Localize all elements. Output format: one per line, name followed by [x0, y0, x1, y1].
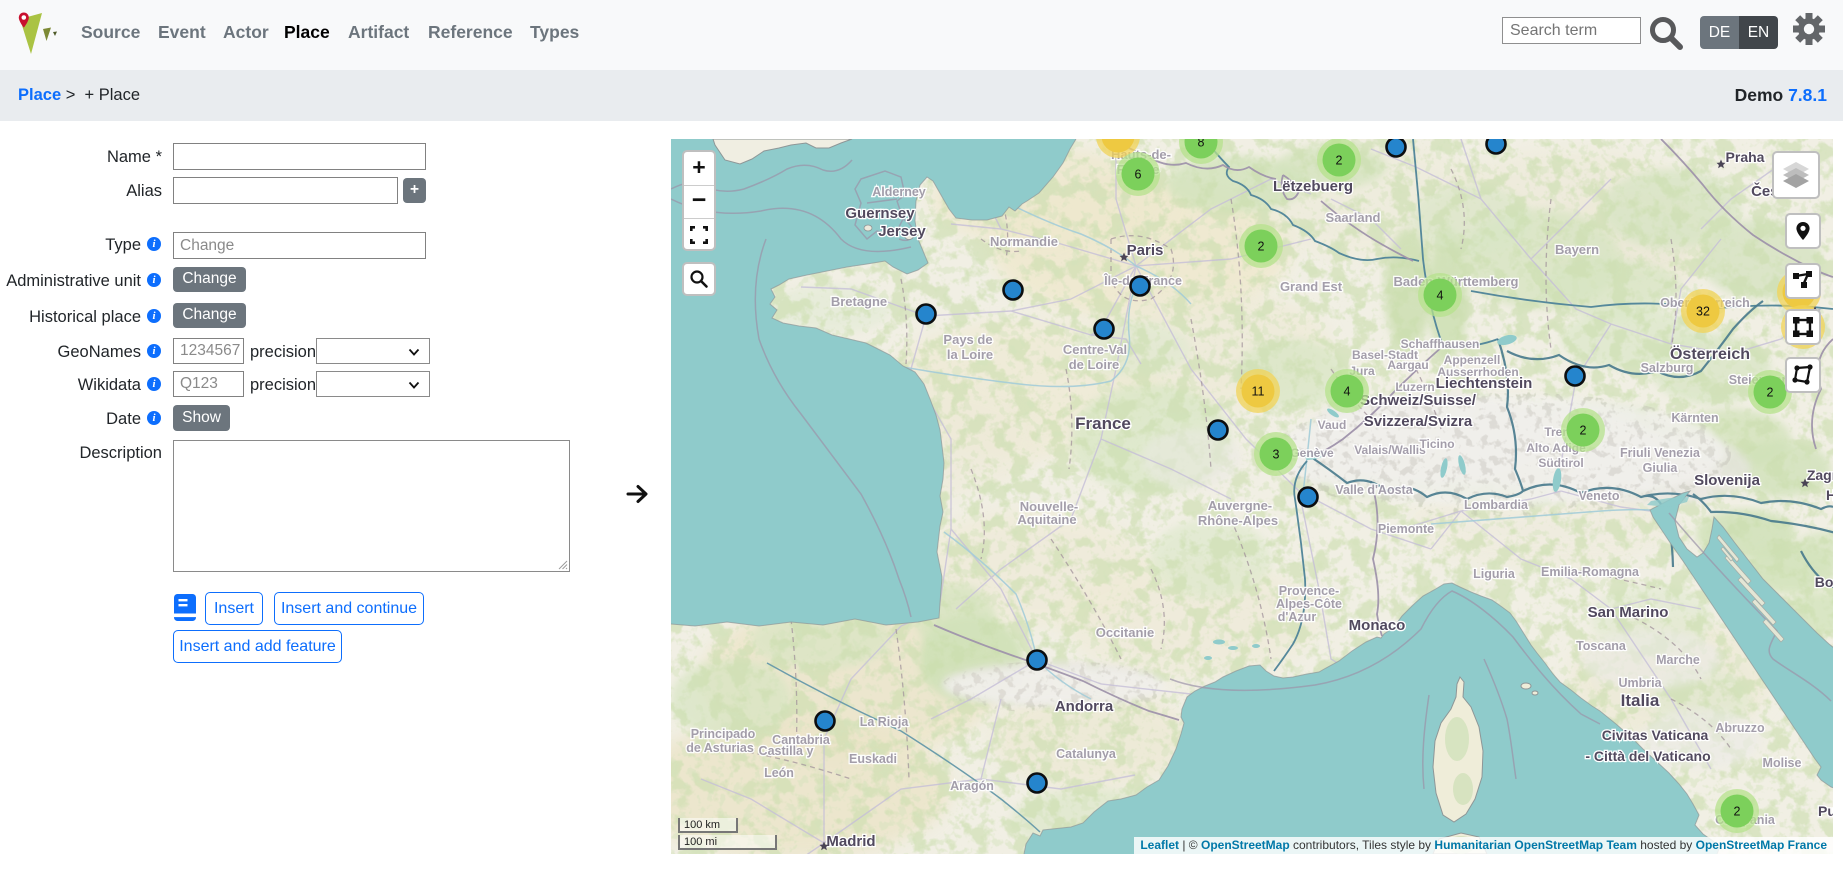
svg-text:de Loire: de Loire — [1069, 357, 1120, 372]
svg-text:Österreich: Österreich — [1670, 344, 1750, 363]
svg-text:Emilia-Romagna: Emilia-Romagna — [1541, 565, 1640, 579]
svg-text:Valle d'Aosta: Valle d'Aosta — [1335, 483, 1413, 497]
svg-text:4: 4 — [1344, 385, 1351, 399]
svg-text:Jersey: Jersey — [878, 223, 926, 240]
svg-text:Castilla y: Castilla y — [759, 744, 814, 758]
svg-text:Südtirol: Südtirol — [1538, 456, 1583, 470]
svg-text:Civitas Vaticana: Civitas Vaticana — [1602, 727, 1709, 743]
svg-text:8: 8 — [1198, 139, 1205, 150]
svg-text:Alderney: Alderney — [872, 185, 926, 199]
svg-text:Andorra: Andorra — [1055, 698, 1114, 715]
svg-text:Svizzera/Svizra: Svizzera/Svizra — [1364, 413, 1473, 430]
svg-text:Salzburg: Salzburg — [1641, 361, 1694, 375]
svg-text:32: 32 — [1696, 305, 1710, 319]
svg-text:H: H — [1826, 487, 1833, 503]
svg-text:León: León — [764, 766, 794, 780]
svg-text:Normandie: Normandie — [990, 234, 1058, 249]
svg-text:Veneto: Veneto — [1579, 489, 1620, 503]
svg-text:Liguria: Liguria — [1473, 567, 1516, 581]
svg-text:Lombardia: Lombardia — [1464, 498, 1529, 512]
svg-text:4: 4 — [1437, 289, 1444, 303]
svg-text:Provence-: Provence- — [1279, 584, 1339, 598]
svg-text:Occitanie: Occitanie — [1096, 625, 1155, 640]
svg-text:Paris: Paris — [1127, 242, 1164, 259]
svg-text:6: 6 — [1135, 168, 1142, 182]
svg-text:Slovenija: Slovenija — [1694, 472, 1761, 489]
svg-text:3: 3 — [1273, 448, 1280, 462]
svg-text:Pu: Pu — [1818, 803, 1833, 819]
svg-text:Liechtenstein: Liechtenstein — [1436, 375, 1533, 392]
svg-text:Praha: Praha — [1726, 149, 1765, 165]
svg-text:11: 11 — [1252, 385, 1265, 399]
svg-text:Vaud: Vaud — [1318, 418, 1347, 432]
svg-text:Bretagne: Bretagne — [831, 294, 887, 309]
svg-text:Piemonte: Piemonte — [1378, 522, 1434, 536]
svg-text:Bos: Bos — [1815, 574, 1833, 590]
svg-text:d'Azur: d'Azur — [1278, 610, 1317, 624]
svg-text:Guernsey: Guernsey — [845, 205, 915, 222]
svg-text:2: 2 — [1734, 805, 1741, 819]
svg-text:Kärnten: Kärnten — [1671, 411, 1718, 425]
svg-text:Giulia: Giulia — [1643, 461, 1679, 475]
svg-text:Saarland: Saarland — [1326, 210, 1381, 225]
svg-text:Pays de: Pays de — [943, 332, 992, 347]
svg-text:2: 2 — [1767, 386, 1774, 400]
svg-text:Ticino: Ticino — [1419, 437, 1454, 451]
svg-text:Molise: Molise — [1763, 756, 1802, 770]
svg-text:Principado: Principado — [691, 727, 756, 741]
svg-text:Friuli Venezia: Friuli Venezia — [1620, 446, 1701, 460]
svg-text:2: 2 — [1258, 240, 1265, 254]
svg-text:Auvergne-: Auvergne- — [1208, 498, 1272, 513]
svg-text:France: France — [1075, 414, 1131, 433]
svg-text:Euskadi: Euskadi — [849, 752, 897, 766]
svg-text:Schweiz/Suisse/: Schweiz/Suisse/ — [1360, 392, 1477, 409]
svg-text:Bayern: Bayern — [1555, 242, 1599, 257]
svg-text:Marche: Marche — [1656, 653, 1700, 667]
svg-text:San Marino: San Marino — [1588, 604, 1669, 621]
svg-text:Rhône-Alpes: Rhône-Alpes — [1198, 513, 1278, 528]
svg-text:de Asturias: de Asturias — [686, 741, 754, 755]
svg-text:2: 2 — [1580, 424, 1587, 438]
svg-text:Umbria: Umbria — [1618, 676, 1662, 690]
svg-text:Aragón: Aragón — [950, 779, 994, 793]
svg-text:La Rioja: La Rioja — [860, 715, 910, 729]
svg-text:Aquitaine: Aquitaine — [1017, 512, 1076, 527]
svg-text:2: 2 — [1336, 154, 1343, 168]
svg-text:Italia: Italia — [1621, 691, 1660, 710]
svg-text:Aargau: Aargau — [1387, 358, 1428, 372]
svg-text:Grand Est: Grand Est — [1280, 279, 1343, 294]
svg-text:Madrid: Madrid — [826, 833, 875, 850]
svg-text:la Loire: la Loire — [947, 347, 993, 362]
svg-text:Toscana: Toscana — [1576, 639, 1627, 653]
svg-text:- Città del Vaticano: - Città del Vaticano — [1585, 748, 1710, 764]
svg-text:Zagr: Zagr — [1807, 467, 1833, 483]
svg-text:Abruzzo: Abruzzo — [1715, 721, 1765, 735]
svg-text:Monaco: Monaco — [1349, 617, 1406, 634]
svg-text:Valais/Wallis: Valais/Wallis — [1354, 443, 1426, 457]
svg-text:Catalunya: Catalunya — [1056, 747, 1117, 761]
svg-text:Alpes-Côte: Alpes-Côte — [1276, 597, 1342, 611]
svg-text:Centre-Val: Centre-Val — [1063, 342, 1127, 357]
